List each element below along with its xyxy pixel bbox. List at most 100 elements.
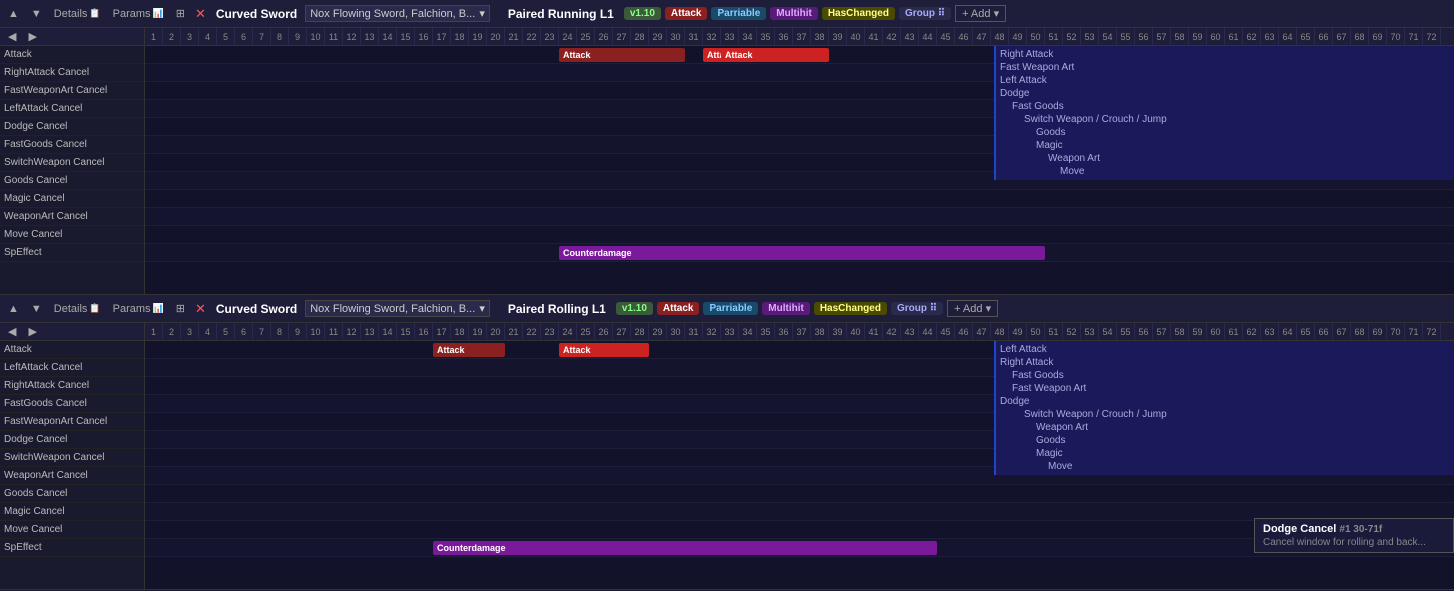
frame-71: 71 bbox=[1405, 323, 1423, 341]
nav-left-button[interactable]: ◀ bbox=[4, 323, 20, 340]
frame-55: 55 bbox=[1117, 28, 1135, 46]
nav-down-button[interactable]: ▼ bbox=[27, 6, 46, 22]
frame-21: 21 bbox=[505, 28, 523, 46]
details-button[interactable]: Details 📋 bbox=[50, 301, 105, 317]
nav-up-button[interactable]: ▲ bbox=[4, 6, 23, 22]
frame-2: 2 bbox=[163, 323, 181, 341]
attack-badge[interactable]: Attack bbox=[657, 302, 700, 315]
row-label-0: Attack bbox=[0, 341, 144, 359]
attack-badge[interactable]: Attack bbox=[665, 7, 708, 20]
tooltip-title: Dodge Cancel #1 30-71f bbox=[1263, 523, 1445, 535]
details-button[interactable]: Details 📋 bbox=[50, 6, 105, 22]
frame-33: 33 bbox=[721, 28, 739, 46]
frame-62: 62 bbox=[1243, 323, 1261, 341]
frame-57: 57 bbox=[1153, 323, 1171, 341]
row-label-2: RightAttack Cancel bbox=[0, 377, 144, 395]
close-button[interactable]: ✕ bbox=[193, 301, 208, 317]
params-button[interactable]: Params 📊 bbox=[109, 301, 168, 317]
frame-3: 3 bbox=[181, 28, 199, 46]
frame-65: 65 bbox=[1297, 323, 1315, 341]
event-bar-1[interactable]: Attack bbox=[559, 343, 649, 357]
haschanged-badge[interactable]: HasChanged bbox=[814, 302, 887, 315]
row-label-3: LeftAttack Cancel bbox=[0, 100, 144, 118]
frame-30: 30 bbox=[667, 323, 685, 341]
row-label-5: FastGoods Cancel bbox=[0, 136, 144, 154]
timeline-row-9 bbox=[145, 208, 1454, 226]
weapon-name: Curved Sword bbox=[212, 7, 301, 21]
frame-9: 9 bbox=[289, 323, 307, 341]
add-button[interactable]: + Add ▾ bbox=[955, 5, 1006, 22]
frame-70: 70 bbox=[1387, 28, 1405, 46]
frame-50: 50 bbox=[1027, 323, 1045, 341]
add-button[interactable]: + Add ▾ bbox=[947, 300, 998, 317]
frame-14: 14 bbox=[379, 323, 397, 341]
nav-right-button[interactable]: ▶ bbox=[24, 28, 40, 45]
event-bar-0[interactable]: Attack bbox=[433, 343, 505, 357]
frame-17: 17 bbox=[433, 323, 451, 341]
cancel-item-5: Switch Weapon / Crouch / Jump bbox=[996, 113, 1454, 126]
frame-49: 49 bbox=[1009, 323, 1027, 341]
frame-12: 12 bbox=[343, 28, 361, 46]
nav-right-button[interactable]: ▶ bbox=[24, 323, 40, 340]
event-bar-0[interactable]: Attack bbox=[559, 48, 685, 62]
frame-20: 20 bbox=[487, 28, 505, 46]
row-label-8: Magic Cancel bbox=[0, 190, 144, 208]
frame-18: 18 bbox=[451, 28, 469, 46]
grid-button[interactable]: ⊞ bbox=[172, 5, 189, 22]
frame-51: 51 bbox=[1045, 28, 1063, 46]
event-bar-3[interactable]: Counterdamage bbox=[559, 246, 1045, 260]
haschanged-badge[interactable]: HasChanged bbox=[822, 7, 895, 20]
row-label-10: Move Cancel bbox=[0, 226, 144, 244]
frame-19: 19 bbox=[469, 28, 487, 46]
event-bar-2[interactable]: Counterdamage bbox=[433, 541, 937, 555]
frame-2: 2 bbox=[163, 28, 181, 46]
nav-up-button[interactable]: ▲ bbox=[4, 301, 23, 317]
frame-38: 38 bbox=[811, 323, 829, 341]
frame-57: 57 bbox=[1153, 28, 1171, 46]
frame-30: 30 bbox=[667, 28, 685, 46]
frame-49: 49 bbox=[1009, 28, 1027, 46]
frame-39: 39 bbox=[829, 323, 847, 341]
frame-40: 40 bbox=[847, 323, 865, 341]
nav-down-button[interactable]: ▼ bbox=[27, 301, 46, 317]
timeline-row-10 bbox=[145, 226, 1454, 244]
tooltip-desc: Cancel window for rolling and back... bbox=[1263, 537, 1445, 548]
frame-65: 65 bbox=[1297, 28, 1315, 46]
frame-29: 29 bbox=[649, 323, 667, 341]
animation-select[interactable]: Nox Flowing Sword, Falchion, B...▾ bbox=[305, 5, 490, 22]
event-bar-2[interactable]: Attack bbox=[721, 48, 829, 62]
frame-26: 26 bbox=[595, 323, 613, 341]
parriable-badge[interactable]: Parriable bbox=[711, 7, 766, 20]
nav-left-button[interactable]: ◀ bbox=[4, 28, 20, 45]
multihit-badge[interactable]: Multihit bbox=[762, 302, 810, 315]
animation-name: Nox Flowing Sword, Falchion, B... bbox=[310, 303, 475, 315]
frame-46: 46 bbox=[955, 323, 973, 341]
params-button[interactable]: Params 📊 bbox=[109, 6, 168, 22]
group-button[interactable]: Group ⠿ bbox=[899, 7, 951, 20]
frame-13: 13 bbox=[361, 28, 379, 46]
frame-52: 52 bbox=[1063, 323, 1081, 341]
cancel-item-3: Fast Weapon Art bbox=[996, 382, 1454, 395]
frame-72: 72 bbox=[1423, 323, 1441, 341]
frame-1: 1 bbox=[145, 323, 163, 341]
frame-1: 1 bbox=[145, 28, 163, 46]
nav-row: ◀▶ bbox=[0, 323, 144, 341]
frame-36: 36 bbox=[775, 323, 793, 341]
frame-59: 59 bbox=[1189, 323, 1207, 341]
multihit-badge[interactable]: Multihit bbox=[770, 7, 818, 20]
cancel-item-6: Weapon Art bbox=[996, 421, 1454, 434]
action-name: Paired Rolling L1 bbox=[502, 302, 612, 316]
cancel-item-3: Dodge bbox=[996, 87, 1454, 100]
animation-select[interactable]: Nox Flowing Sword, Falchion, B...▾ bbox=[305, 300, 490, 317]
weapon-name: Curved Sword bbox=[212, 302, 301, 316]
frame-64: 64 bbox=[1279, 28, 1297, 46]
close-button[interactable]: ✕ bbox=[193, 6, 208, 22]
frame-26: 26 bbox=[595, 28, 613, 46]
frame-5: 5 bbox=[217, 323, 235, 341]
parriable-badge[interactable]: Parriable bbox=[703, 302, 758, 315]
grid-button[interactable]: ⊞ bbox=[172, 300, 189, 317]
row-label-10: Move Cancel bbox=[0, 521, 144, 539]
group-button[interactable]: Group ⠿ bbox=[891, 302, 943, 315]
frame-7: 7 bbox=[253, 28, 271, 46]
frame-4: 4 bbox=[199, 28, 217, 46]
